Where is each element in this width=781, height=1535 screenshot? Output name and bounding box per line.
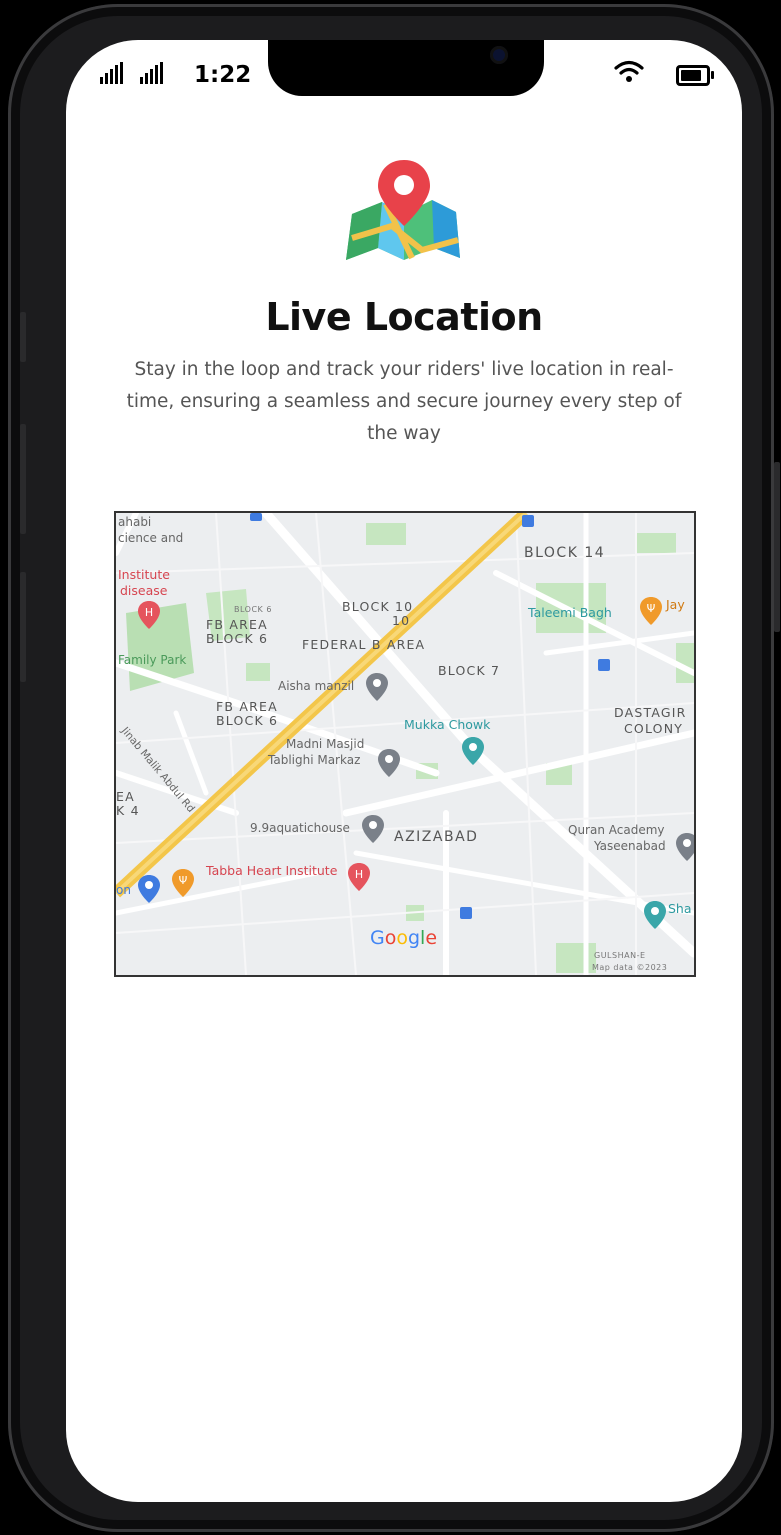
hospital-pin-icon: H — [348, 863, 370, 891]
restaurant-pin-icon: Ψ — [640, 597, 662, 625]
map-label: BLOCK 6 — [206, 631, 269, 646]
place-pin-icon — [362, 815, 384, 843]
svg-text:H: H — [145, 606, 153, 619]
map-label: BLOCK 6 — [216, 713, 279, 728]
map-label: BLOCK 7 — [438, 663, 501, 678]
map-label: DASTAGIR — [614, 705, 687, 720]
map-canvas — [116, 513, 694, 975]
page-description: Stay in the loop and track your riders' … — [126, 359, 682, 444]
map-label: K 4 — [116, 803, 140, 818]
map-label: Jay — [666, 597, 685, 612]
battery-icon — [676, 65, 714, 86]
signal-bars-icon — [140, 62, 163, 84]
map-label: COLONY — [624, 721, 684, 736]
map-label: 9.9aquatichouse — [250, 821, 350, 835]
volume-up-button-2 — [20, 424, 26, 534]
map-label: Yaseenabad — [594, 839, 666, 853]
map-label: disease — [120, 583, 168, 598]
svg-text:Ψ: Ψ — [647, 602, 656, 615]
wifi-icon — [614, 60, 644, 82]
map-label: Madni Masjid — [286, 737, 365, 751]
signal-bars-icon — [100, 62, 123, 84]
map-label: GULSHAN-E — [594, 951, 646, 960]
restaurant-pin-icon: Ψ — [172, 869, 194, 897]
map-label: FEDERAL B AREA — [302, 637, 426, 652]
map-label: Family Park — [118, 653, 187, 667]
map-label: Quran Academy — [568, 823, 665, 837]
map-label: EA — [116, 789, 135, 804]
hospital-pin-icon: H — [138, 601, 160, 629]
map-label: Taleemi Bagh — [528, 605, 612, 620]
transit-pin-icon — [138, 875, 160, 903]
svg-text:H: H — [355, 868, 363, 881]
map-label: 10 — [392, 613, 411, 628]
mosque-pin-icon — [378, 749, 400, 777]
place-pin-icon — [366, 673, 388, 701]
map-label: cience and — [118, 531, 184, 545]
map-pin-icon — [346, 160, 460, 260]
map-label: ahabi — [118, 515, 152, 529]
power-button — [774, 462, 780, 632]
map-label: FB AREA — [206, 617, 268, 632]
map-label: BLOCK 10 — [342, 599, 414, 614]
google-logo: Google — [370, 927, 438, 949]
map-label: BLOCK 14 — [524, 545, 606, 561]
map-label: Tabba Heart Institute — [206, 863, 338, 878]
volume-up-button — [20, 312, 26, 362]
live-map[interactable]: H Ψ H Ψ ahabi cience and Institute disea… — [114, 511, 696, 977]
svg-text:Ψ: Ψ — [179, 874, 188, 887]
shop-pin-icon — [644, 901, 666, 929]
landmark-pin-icon — [462, 737, 484, 765]
map-label: BLOCK 6 — [234, 605, 272, 614]
status-time: 1:22 — [194, 62, 252, 88]
map-label: FB AREA — [216, 699, 278, 714]
map-label: on — [116, 883, 131, 897]
map-attribution: Map data ©2023 — [592, 963, 668, 972]
school-pin-icon — [676, 833, 694, 861]
notch — [268, 40, 544, 96]
map-label: Institute — [118, 567, 170, 582]
front-camera — [490, 46, 508, 64]
map-label: Tablighi Markaz — [268, 753, 361, 767]
phone-screen: 1:22 Live Location Stay in the loop and … — [66, 40, 742, 1502]
map-label: AZIZABAD — [394, 829, 479, 845]
map-label: Sha — [668, 901, 692, 916]
map-label: Aisha manzil — [278, 679, 355, 693]
volume-down-button — [20, 572, 26, 682]
page-title: Live Location — [265, 295, 543, 339]
map-label: Mukka Chowk — [404, 717, 491, 732]
